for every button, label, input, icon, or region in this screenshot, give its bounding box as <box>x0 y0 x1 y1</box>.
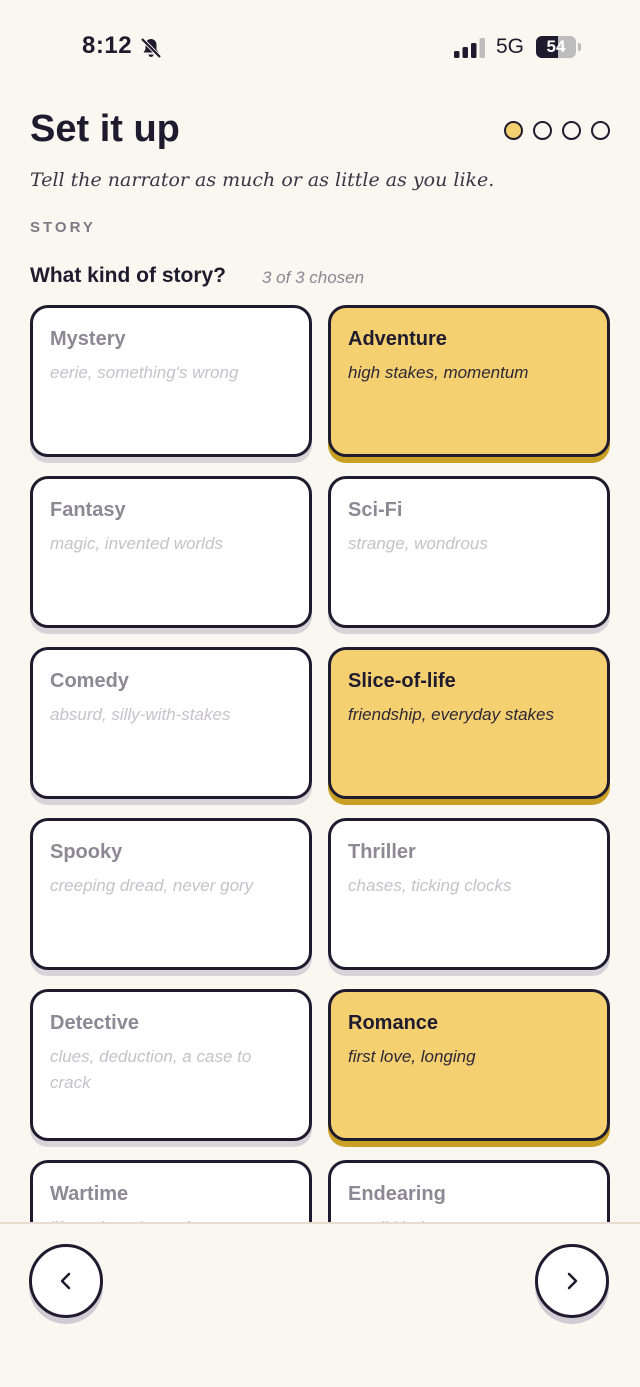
genre-card-wartime[interactable]: Wartime life at the edges of war <box>30 1160 312 1222</box>
battery-percent: 54 <box>546 37 566 56</box>
genre-card-title: Spooky <box>50 841 123 863</box>
genre-card-adventure[interactable]: Adventure high stakes, momentum <box>328 305 610 457</box>
genre-card-description: clues, deduction, a case to crack <box>50 1047 252 1092</box>
step-dot-3 <box>562 121 581 140</box>
genre-card-title: Endearing <box>348 1183 446 1205</box>
genre-card-mystery[interactable]: Mystery eerie, something's wrong <box>30 305 312 457</box>
genre-card-description: chases, ticking clocks <box>348 876 512 895</box>
genre-card-sci-fi[interactable]: Sci-Fi strange, wondrous <box>328 476 610 628</box>
genre-card-title: Detective <box>50 1012 139 1034</box>
genre-card-description: eerie, something's wrong <box>50 363 239 382</box>
genre-card-description: strange, wondrous <box>348 534 488 553</box>
network-type: 5G <box>496 35 525 58</box>
genre-card-title: Mystery <box>50 328 126 350</box>
genre-card-spooky[interactable]: Spooky creeping dread, never gory <box>30 818 312 970</box>
battery-icon: 54 <box>536 36 582 58</box>
chosen-count: 3 of 3 chosen <box>262 268 365 287</box>
genre-card-description: small kindnesses <box>348 1215 593 1222</box>
page-title: Set it up <box>30 108 180 150</box>
bell-muted-icon <box>140 37 162 59</box>
genre-card-description: creeping dread, never gory <box>50 876 254 895</box>
step-dot-1 <box>504 121 523 140</box>
genre-card-description: life at the edges of war <box>50 1215 295 1222</box>
section-label: STORY <box>30 219 96 236</box>
genre-card-description: magic, invented worlds <box>50 534 223 553</box>
genre-card-fantasy[interactable]: Fantasy magic, invented worlds <box>30 476 312 628</box>
genre-card-slice-of-life[interactable]: Slice-of-life friendship, everyday stakes <box>328 647 610 799</box>
genre-card-romance[interactable]: Romance first love, longing <box>328 989 610 1141</box>
genre-card-title: Adventure <box>348 328 447 350</box>
genre-card-title: Fantasy <box>50 499 126 521</box>
question-label: What kind of story? <box>30 264 226 287</box>
genre-card-title: Comedy <box>50 670 129 692</box>
genre-card-detective[interactable]: Detective clues, deduction, a case to cra… <box>30 989 312 1141</box>
chevron-right-icon <box>567 1272 578 1290</box>
bottom-nav-bar <box>0 1222 640 1387</box>
genre-card-description: first love, longing <box>348 1047 476 1066</box>
genre-card-thriller[interactable]: Thriller chases, ticking clocks <box>328 818 610 970</box>
genre-card-title: Slice-of-life <box>348 670 456 692</box>
chevron-left-icon <box>60 1272 71 1290</box>
genre-grid[interactable]: Mystery eerie, something's wrong Adventure… <box>0 303 640 1222</box>
genre-card-description: high stakes, momentum <box>348 363 529 382</box>
next-button[interactable] <box>535 1244 609 1318</box>
step-indicator <box>504 121 610 140</box>
genre-card-title: Romance <box>348 1012 439 1034</box>
page-subtitle: Tell the narrator as much or as little a… <box>30 169 495 191</box>
genre-card-endearing[interactable]: Endearing small kindnesses <box>328 1160 610 1222</box>
genre-card-description: friendship, everyday stakes <box>348 705 554 724</box>
step-dot-4 <box>591 121 610 140</box>
genre-card-title: Thriller <box>348 841 416 863</box>
genre-card-title: Sci-Fi <box>348 499 403 521</box>
genre-card-comedy[interactable]: Comedy absurd, silly-with-stakes <box>30 647 312 799</box>
step-dot-2 <box>533 121 552 140</box>
genre-card-description: absurd, silly-with-stakes <box>50 705 231 724</box>
status-bar: 8:12 5G 54 <box>0 0 640 94</box>
status-time: 8:12 <box>82 32 133 59</box>
cell-signal-icon <box>454 38 485 58</box>
back-button[interactable] <box>29 1244 103 1318</box>
genre-card-title: Wartime <box>50 1183 129 1205</box>
